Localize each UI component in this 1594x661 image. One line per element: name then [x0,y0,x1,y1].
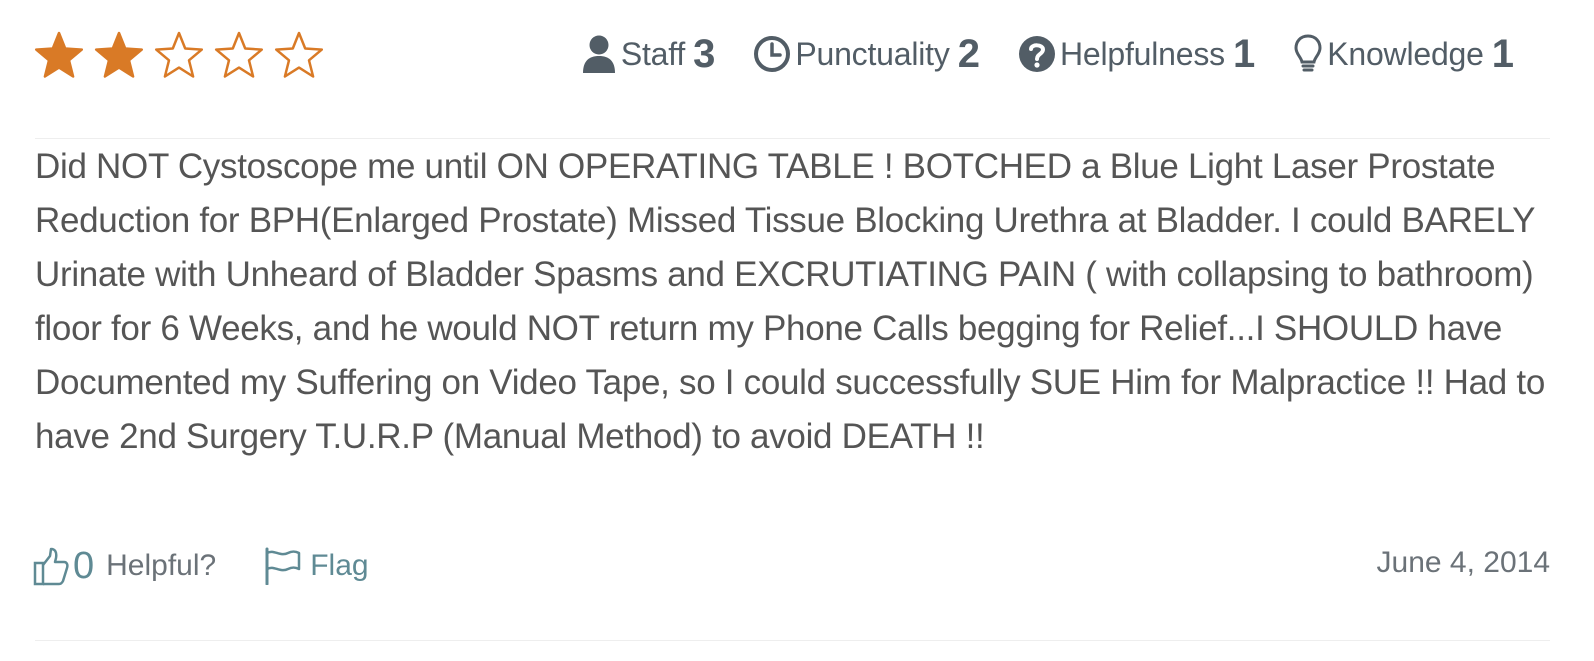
review-text: Did NOT Cystoscope me until ON OPERATING… [35,147,1545,456]
divider [35,640,1550,641]
metric-value: 1 [1491,32,1514,76]
metric-knowledge: Knowledge 1 [1293,33,1514,75]
review-card: Staff 3 Punctuality 2 Helpfulness 1 Know… [0,0,1594,661]
review-actions: 0 Helpful? Flag [33,540,369,592]
metric-label: Punctuality [795,35,950,72]
flag-button[interactable]: Flag [264,547,369,585]
metric-staff: Staff 3 [581,32,716,76]
star-filled-icon [93,30,145,80]
metric-helpfulness: Helpfulness 1 [1018,34,1255,74]
star-rating [33,30,325,80]
metric-label: Knowledge [1327,35,1484,72]
clock-icon [753,35,791,73]
review-date: June 4, 2014 [1376,546,1550,579]
metric-label: Helpfulness [1059,35,1225,72]
flag-icon [265,547,301,585]
star-empty-icon [273,30,325,80]
metric-punctuality: Punctuality 2 [753,34,980,74]
question-circle-icon [1018,35,1056,73]
star-empty-icon [153,30,205,80]
metric-label: Staff [620,35,686,72]
metric-value: 3 [693,32,716,76]
thumbs-up-icon[interactable] [33,546,69,586]
metric-value: 2 [957,32,980,76]
star-filled-icon [33,30,85,80]
lightbulb-icon [1293,33,1323,75]
rating-metrics: Staff 3 Punctuality 2 Helpfulness 1 Know… [581,26,1514,82]
star-empty-icon [213,30,265,80]
metric-value: 1 [1232,32,1256,76]
divider [35,138,1550,139]
user-icon [581,34,617,74]
helpful-label: Helpful? [106,549,217,582]
helpful-count: 0 [73,544,95,587]
flag-label: Flag [310,549,369,582]
